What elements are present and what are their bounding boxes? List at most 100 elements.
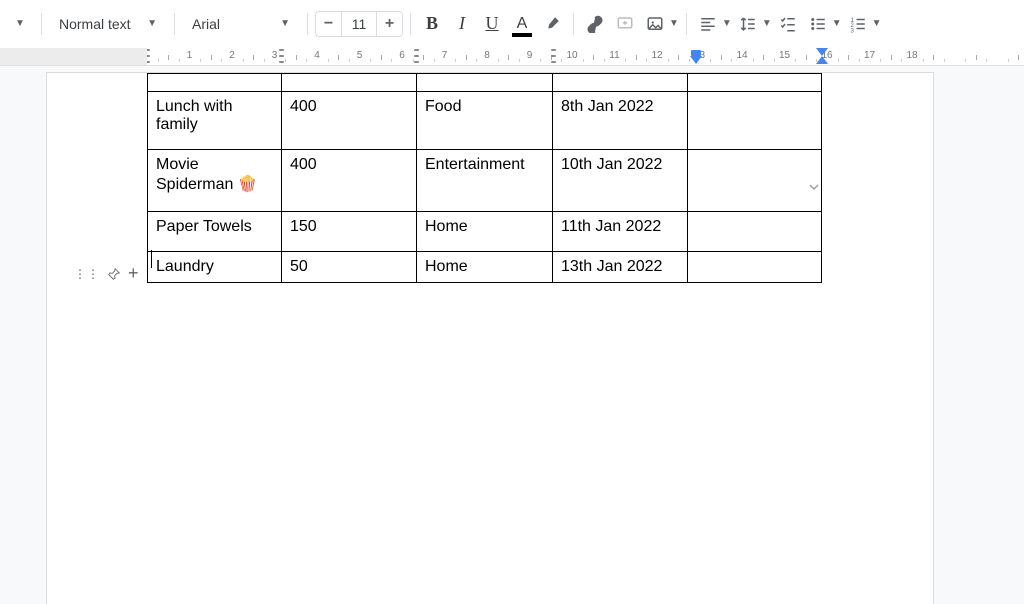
table-row[interactable] xyxy=(148,74,822,92)
chevron-down-icon: ▼ xyxy=(669,18,679,29)
ruler-tick xyxy=(646,59,647,62)
chevron-down-icon: ▼ xyxy=(147,18,157,29)
ruler-tick xyxy=(381,55,382,60)
ruler-tick xyxy=(561,59,562,62)
add-row-button[interactable]: + xyxy=(128,263,139,284)
numbered-list-combo[interactable]: 123 ▼ xyxy=(844,9,882,39)
align-combo[interactable]: ▼ xyxy=(694,9,732,39)
ruler-tick xyxy=(668,59,669,62)
font-size-decrease-button[interactable]: − xyxy=(315,11,341,37)
separator xyxy=(573,13,574,35)
pin-row-button[interactable] xyxy=(107,267,121,281)
ruler-left-margin xyxy=(0,48,147,66)
ruler-tick xyxy=(848,55,849,60)
insert-image-combo[interactable]: ▼ xyxy=(641,9,679,39)
text-color-button[interactable]: A xyxy=(508,9,536,39)
ruler-tick xyxy=(221,59,222,62)
cell-category[interactable]: Home xyxy=(417,252,553,283)
column-marker[interactable] xyxy=(551,49,556,63)
table-row[interactable]: Movie Spiderman 🍿 400 Entertainment 10th… xyxy=(148,150,822,212)
cell-note[interactable] xyxy=(688,92,822,150)
ruler-tick xyxy=(338,55,339,60)
cell-date[interactable]: 13th Jan 2022 xyxy=(553,252,688,283)
font-size-increase-button[interactable]: + xyxy=(377,11,403,37)
document-page[interactable]: Lunch with family 400 Food 8th Jan 2022 … xyxy=(46,72,934,604)
cell-amount[interactable]: 150 xyxy=(282,212,417,252)
ruler-tick xyxy=(859,59,860,62)
ruler[interactable]: 21123456789101112131415161718 xyxy=(0,48,1024,66)
checklist-button[interactable] xyxy=(774,9,802,39)
ruler-number: 12 xyxy=(651,50,662,61)
cell-date[interactable] xyxy=(553,74,688,92)
cell-item[interactable]: Movie Spiderman 🍿 xyxy=(148,150,282,212)
more-left-button[interactable]: ▼ xyxy=(6,9,34,39)
cell-category[interactable]: Entertainment xyxy=(417,150,553,212)
table-row[interactable]: Lunch with family 400 Food 8th Jan 2022 xyxy=(148,92,822,150)
line-spacing-combo[interactable]: ▼ xyxy=(734,9,772,39)
underline-button[interactable]: U xyxy=(478,9,506,39)
table-row[interactable]: Paper Towels 150 Home 11th Jan 2022 xyxy=(148,212,822,252)
cell-date[interactable]: 11th Jan 2022 xyxy=(553,212,688,252)
cell-note[interactable] xyxy=(688,74,822,92)
row-controls: ⋮⋮ + xyxy=(74,263,139,284)
cell-category[interactable]: Home xyxy=(417,212,553,252)
cell-item[interactable]: Lunch with family xyxy=(148,92,282,150)
cell-amount[interactable]: 50 xyxy=(282,252,417,283)
cell-note[interactable] xyxy=(688,252,822,283)
left-indent-marker[interactable] xyxy=(816,48,828,56)
ruler-number: 6 xyxy=(399,50,405,61)
paragraph-style-combo[interactable]: Normal text ▼ xyxy=(49,9,167,39)
cell-category[interactable] xyxy=(417,74,553,92)
cell-amount[interactable]: 400 xyxy=(282,92,417,150)
drag-handle-icon[interactable]: ⋮⋮ xyxy=(74,267,100,281)
cell-amount[interactable]: 400 xyxy=(282,150,417,212)
cell-item[interactable]: Paper Towels xyxy=(148,212,282,252)
italic-button[interactable]: I xyxy=(448,9,476,39)
bulleted-list-icon xyxy=(809,15,827,33)
chevron-down-icon: ▼ xyxy=(762,18,772,29)
bold-button[interactable]: B xyxy=(418,9,446,39)
ruler-tick xyxy=(1018,55,1019,60)
bulleted-list-combo[interactable]: ▼ xyxy=(804,9,842,39)
first-line-indent-marker[interactable] xyxy=(816,56,828,64)
ruler-number: 18 xyxy=(906,50,917,61)
cell-date[interactable]: 8th Jan 2022 xyxy=(553,92,688,150)
cell-note[interactable] xyxy=(688,212,822,252)
cell-item[interactable] xyxy=(148,74,282,92)
table-row[interactable]: Laundry 50 Home 13th Jan 2022 xyxy=(148,252,822,283)
right-indent-marker-tri[interactable] xyxy=(690,56,702,64)
ruler-tick xyxy=(838,59,839,62)
font-size-input[interactable]: 11 xyxy=(341,11,377,37)
ruler-number: 4 xyxy=(314,50,320,61)
paragraph-style-label: Normal text xyxy=(59,16,131,32)
add-comment-button[interactable] xyxy=(611,9,639,39)
cell-note[interactable] xyxy=(688,150,822,212)
ruler-tick xyxy=(434,59,435,62)
numbered-list-icon: 123 xyxy=(849,15,867,33)
cell-options-button[interactable] xyxy=(808,181,820,193)
ruler-tick xyxy=(508,55,509,60)
ruler-number: 5 xyxy=(357,50,363,61)
cell-category[interactable]: Food xyxy=(417,92,553,150)
chevron-down-icon xyxy=(808,181,820,193)
ruler-tick xyxy=(253,55,254,60)
ruler-number: 11 xyxy=(609,50,619,61)
ruler-tick xyxy=(636,55,637,60)
line-spacing-icon xyxy=(739,15,757,33)
ruler-tick xyxy=(944,59,945,62)
insert-link-button[interactable] xyxy=(581,9,609,39)
image-icon xyxy=(646,15,664,33)
ruler-tick xyxy=(795,59,796,62)
ruler-number: 10 xyxy=(566,50,577,61)
cell-date[interactable]: 10th Jan 2022 xyxy=(553,150,688,212)
highlight-color-button[interactable] xyxy=(538,9,566,39)
ruler-tick xyxy=(391,59,392,62)
column-marker[interactable] xyxy=(279,49,284,63)
font-family-combo[interactable]: Arial ▼ xyxy=(182,9,300,39)
column-marker[interactable] xyxy=(414,49,419,63)
cell-amount[interactable] xyxy=(282,74,417,92)
expense-table[interactable]: Lunch with family 400 Food 8th Jan 2022 … xyxy=(147,73,822,283)
ruler-tick xyxy=(583,59,584,62)
cell-item[interactable]: Laundry xyxy=(148,252,282,283)
ruler-tick xyxy=(1008,59,1009,62)
